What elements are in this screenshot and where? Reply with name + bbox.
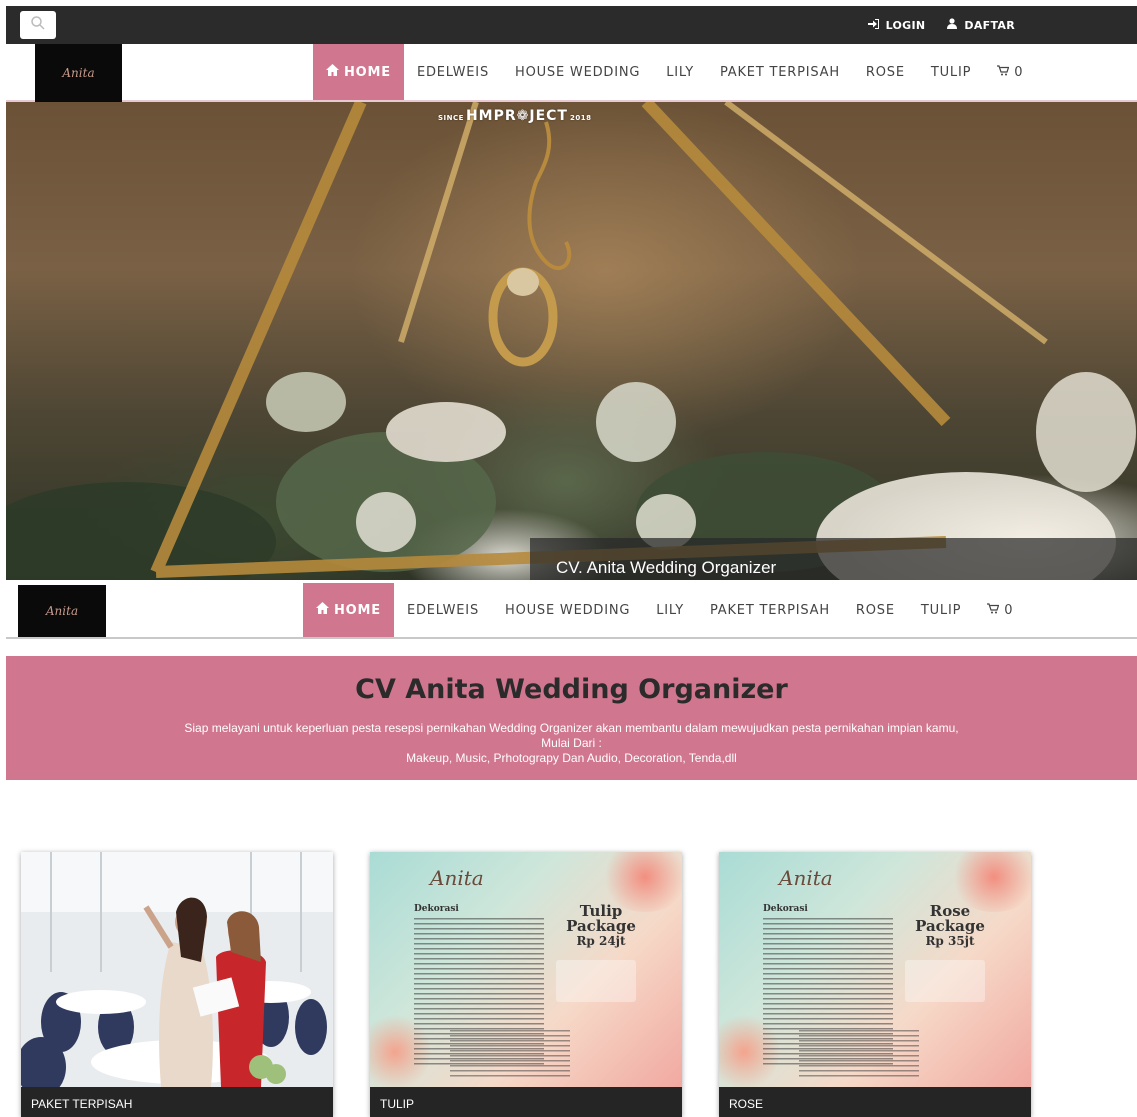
search-icon (30, 15, 46, 36)
hero-watermark: SINCE HMPR❁JECT 2018 (438, 108, 591, 124)
nav-item-paket-terpisah[interactable]: PAKET TERPISAH (707, 44, 853, 100)
main-navbar: Anita HOME EDELWEIS HOUSE WEDDING LILY P… (6, 44, 1137, 102)
nav-item-rose[interactable]: ROSE (853, 44, 918, 100)
nav-item-tulip[interactable]: TULIP (908, 583, 974, 637)
watermark-main: HMPR❁JECT (465, 108, 568, 124)
card-label: ROSE (719, 1087, 1031, 1117)
register-label: DAFTAR (964, 18, 1015, 32)
nav-item-label: HOME (334, 602, 381, 618)
card-label: PAKET TERPISAH (21, 1087, 333, 1117)
login-link[interactable]: LOGIN (867, 18, 926, 32)
nav-cart[interactable]: 0 (974, 583, 1026, 637)
hero-slider[interactable]: SINCE HMPR❁JECT 2018 CV. Anita Wedding O… (6, 102, 1137, 580)
banner-subheading: Mulai Dari : (541, 736, 602, 750)
nav-item-house-wedding[interactable]: HOUSE WEDDING (492, 583, 643, 637)
watermark-since: SINCE (438, 114, 464, 122)
intro-banner: CV Anita Wedding Organizer Siap melayani… (6, 656, 1137, 780)
sticky-navbar: Anita HOME EDELWEIS HOUSE WEDDING LILY P… (6, 583, 1137, 639)
nav-item-home[interactable]: HOME (303, 583, 394, 637)
logo-text: Anita (45, 604, 79, 618)
nav-item-label: HOME (344, 64, 391, 80)
card-poster: Anita Dekorasi Rose Package Rp 35jt (719, 852, 1031, 1087)
cart-count: 0 (1004, 602, 1014, 618)
poster-brand: Anita (779, 866, 833, 890)
top-bar: LOGIN DAFTAR (6, 6, 1137, 44)
cart-icon (987, 602, 1000, 618)
logo[interactable]: Anita (35, 44, 122, 102)
nav-item-tulip[interactable]: TULIP (918, 44, 984, 100)
cart-icon (997, 64, 1010, 80)
poster-contact-box (556, 960, 636, 1002)
nav-item-paket-terpisah[interactable]: PAKET TERPISAH (697, 583, 843, 637)
banner-description: Siap melayani untuk keperluan pesta rese… (184, 721, 959, 735)
banner-title: CV Anita Wedding Organizer (355, 674, 788, 705)
nav-item-home[interactable]: HOME (313, 44, 404, 100)
register-link[interactable]: DAFTAR (947, 18, 1015, 32)
home-icon (316, 602, 329, 618)
poster-brand: Anita (430, 866, 484, 890)
user-icon (947, 18, 958, 32)
nav-item-lily[interactable]: LILY (653, 44, 707, 100)
nav-item-house-wedding[interactable]: HOUSE WEDDING (502, 44, 653, 100)
poster-heading: Dekorasi (763, 904, 808, 914)
poster-price: Rp 35jt (925, 934, 975, 948)
logo-text: Anita (62, 66, 95, 80)
card-label: TULIP (370, 1087, 682, 1117)
poster-heading: Dekorasi (414, 904, 459, 914)
card-poster: Anita Dekorasi Tulip Package Rp 24jt (370, 852, 682, 1087)
poster-price: Rp 24jt (576, 934, 626, 948)
nav-item-edelweis[interactable]: EDELWEIS (404, 44, 502, 100)
watermark-year: 2018 (569, 114, 592, 122)
logo[interactable]: Anita (18, 585, 106, 637)
poster-item-list (799, 1030, 919, 1080)
poster-package-title: Rose Package Rp 35jt (905, 904, 995, 949)
nav-item-rose[interactable]: ROSE (843, 583, 908, 637)
hero-image (6, 102, 1136, 580)
nav-menu: HOME EDELWEIS HOUSE WEDDING LILY PAKET T… (313, 44, 1036, 100)
poster-package-title: Tulip Package Rp 24jt (556, 904, 646, 949)
package-card-rose[interactable]: Anita Dekorasi Rose Package Rp 35jt ROSE (719, 852, 1031, 1117)
cart-count: 0 (1014, 64, 1024, 80)
banner-services: Makeup, Music, Prhotograpy Dan Audio, De… (406, 751, 737, 765)
package-card-paket-terpisah[interactable]: PAKET TERPISAH (21, 852, 333, 1117)
home-icon (326, 64, 339, 80)
sign-in-icon (867, 18, 879, 32)
hero-caption: CV. Anita Wedding Organizer (530, 538, 1137, 580)
nav-cart[interactable]: 0 (984, 44, 1036, 100)
search-button[interactable] (20, 11, 56, 39)
card-image (21, 852, 333, 1087)
nav-item-lily[interactable]: LILY (643, 583, 697, 637)
poster-contact-box (905, 960, 985, 1002)
login-label: LOGIN (885, 18, 926, 32)
poster-package-word: Package (915, 917, 985, 935)
nav-item-edelweis[interactable]: EDELWEIS (394, 583, 492, 637)
nav-menu: HOME EDELWEIS HOUSE WEDDING LILY PAKET T… (303, 583, 1026, 637)
poster-item-list (450, 1030, 570, 1080)
package-card-tulip[interactable]: Anita Dekorasi Tulip Package Rp 24jt TUL… (370, 852, 682, 1117)
poster-package-word: Package (566, 917, 636, 935)
